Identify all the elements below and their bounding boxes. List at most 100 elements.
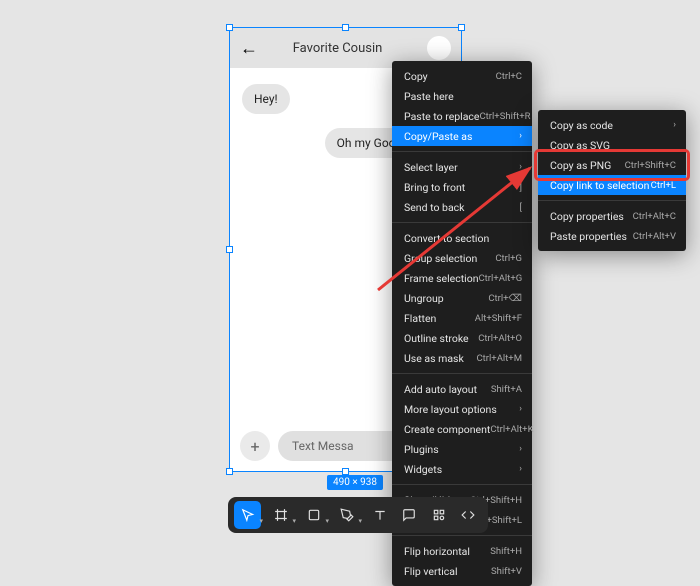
shortcut-label: Ctrl+L: [651, 180, 676, 191]
context-menu-item-label: Flatten: [404, 312, 436, 325]
context-menu-item[interactable]: Create componentCtrl+Alt+K: [392, 419, 532, 439]
context-menu-item[interactable]: Select layer ›: [392, 157, 532, 177]
chevron-right-icon: ›: [673, 120, 676, 130]
context-menu-item[interactable]: Convert to section: [392, 228, 532, 248]
submenu-item-label: Paste properties: [550, 230, 627, 243]
shortcut-label: Ctrl+Alt+G: [479, 273, 523, 284]
context-menu-item[interactable]: Flatten Alt+Shift+F: [392, 308, 532, 328]
submenu-item[interactable]: Copy as PNG Ctrl+Shift+C: [538, 155, 686, 175]
context-menu-item[interactable]: Ungroup Ctrl+⌫: [392, 288, 532, 308]
context-menu-item[interactable]: More layout options ›: [392, 399, 532, 419]
context-menu-item-label: More layout options: [404, 403, 497, 416]
chevron-down-icon[interactable]: ▾: [292, 517, 296, 533]
chevron-right-icon: ›: [519, 162, 522, 172]
shortcut-label: ]: [519, 182, 522, 193]
shortcut-label: [: [519, 202, 522, 213]
context-menu-item-label: Send to back: [404, 201, 464, 214]
submenu-item[interactable]: Copy link to selectionCtrl+L: [538, 175, 686, 195]
context-menu-item[interactable]: Copy Ctrl+C: [392, 66, 532, 86]
resize-handle-tr[interactable]: [458, 24, 465, 31]
shortcut-label: Ctrl+⌫: [488, 293, 522, 304]
context-menu-separator: [392, 373, 532, 374]
comment-tool-button[interactable]: [395, 501, 422, 529]
resize-handle-mb[interactable]: [342, 468, 349, 475]
context-menu-item-label: Use as mask: [404, 352, 464, 365]
context-menu-item[interactable]: Paste here: [392, 86, 532, 106]
resize-handle-bl[interactable]: [226, 468, 233, 475]
context-menu-item-label: Create component: [404, 423, 490, 436]
context-menu-item[interactable]: Group selection Ctrl+G: [392, 248, 532, 268]
chevron-down-icon[interactable]: ▾: [259, 517, 263, 533]
resize-handle-tl[interactable]: [226, 24, 233, 31]
shortcut-label: Ctrl+Shift+R: [479, 111, 530, 122]
context-menu-item[interactable]: Use as mask Ctrl+Alt+M: [392, 348, 532, 368]
context-menu-separator: [392, 535, 532, 536]
context-menu-item[interactable]: Flip verticalShift+V: [392, 561, 532, 581]
toolbar: ▾ ▾ ▾ ▾: [228, 497, 488, 533]
context-submenu[interactable]: Copy as code › Copy as SVG Copy as PNG Ctrl+…: [538, 110, 686, 251]
selection-size-badge: 490 × 938: [327, 475, 383, 490]
context-menu-item-label: Paste here: [404, 90, 454, 103]
submenu-item-label: Copy as PNG: [550, 159, 611, 172]
dev-mode-button[interactable]: [454, 501, 481, 529]
context-menu-separator: [392, 484, 532, 485]
chevron-right-icon: ›: [519, 404, 522, 414]
chevron-right-icon: ›: [519, 131, 522, 141]
context-menu-item-label: Select layer: [404, 161, 458, 174]
shortcut-label: Ctrl+C: [496, 71, 522, 82]
shortcut-label: Ctrl+G: [495, 253, 522, 264]
move-tool-button[interactable]: [234, 501, 261, 529]
context-menu-item[interactable]: Frame selectionCtrl+Alt+G: [392, 268, 532, 288]
text-tool-button[interactable]: [366, 501, 393, 529]
frame-tool-button[interactable]: [267, 501, 294, 529]
context-menu-item-label: Plugins: [404, 443, 439, 456]
submenu-item[interactable]: Copy as code ›: [538, 115, 686, 135]
chevron-right-icon: ›: [519, 444, 522, 454]
submenu-item-label: Copy properties: [550, 210, 624, 223]
shortcut-label: Alt+Shift+F: [475, 313, 522, 324]
shortcut-label: Shift+V: [491, 566, 522, 577]
context-menu-separator: [392, 151, 532, 152]
context-menu-item-label: Flip horizontal: [404, 545, 470, 558]
submenu-item-label: Copy as SVG: [550, 139, 610, 152]
submenu-item[interactable]: Copy propertiesCtrl+Alt+C: [538, 206, 686, 226]
submenu-item[interactable]: Paste propertiesCtrl+Alt+V: [538, 226, 686, 246]
context-menu-item-label: Add auto layout: [404, 383, 477, 396]
context-menu-item[interactable]: Flip horizontal Shift+H: [392, 541, 532, 561]
submenu-item-label: Copy link to selection: [550, 179, 649, 192]
shortcut-label: Shift+H: [490, 546, 522, 557]
context-menu-item[interactable]: Paste to replaceCtrl+Shift+R: [392, 106, 532, 126]
context-menu-item-label: Frame selection: [404, 272, 479, 285]
chevron-down-icon[interactable]: ▾: [358, 517, 362, 533]
shortcut-label: Ctrl+Shift+C: [625, 160, 676, 171]
resize-handle-mt[interactable]: [342, 24, 349, 31]
actions-tool-button[interactable]: [425, 501, 452, 529]
context-menu-item[interactable]: Widgets›: [392, 459, 532, 479]
shortcut-label: Ctrl+Alt+M: [476, 353, 522, 364]
shortcut-label: Ctrl+Alt+O: [478, 333, 522, 344]
shortcut-label: Ctrl+Alt+K: [490, 424, 533, 435]
context-menu-item[interactable]: Bring to front]: [392, 177, 532, 197]
submenu-item-label: Copy as code: [550, 119, 613, 132]
chevron-down-icon[interactable]: ▾: [325, 517, 329, 533]
resize-handle-ml[interactable]: [226, 246, 233, 253]
context-menu-item[interactable]: Plugins ›: [392, 439, 532, 459]
context-menu-item[interactable]: Add auto layout Shift+A: [392, 379, 532, 399]
context-menu-item-label: Bring to front: [404, 181, 465, 194]
context-menu-item-label: Copy/Paste as: [404, 130, 472, 143]
context-menu-item-label: Ungroup: [404, 292, 444, 305]
context-menu-item-label: Group selection: [404, 252, 477, 265]
pen-tool-button[interactable]: [333, 501, 360, 529]
context-menu-item[interactable]: Copy/Paste as ›: [392, 126, 532, 146]
context-menu-item-label: Outline stroke: [404, 332, 469, 345]
context-menu-item-label: Copy: [404, 70, 428, 83]
context-menu-item-label: Convert to section: [404, 232, 489, 245]
context-menu-item[interactable]: Outline stroke Ctrl+Alt+O: [392, 328, 532, 348]
context-menu-item-label: Paste to replace: [404, 110, 479, 123]
context-menu-separator: [392, 222, 532, 223]
context-menu-item[interactable]: Send to back [: [392, 197, 532, 217]
shape-tool-button[interactable]: [300, 501, 327, 529]
shortcut-label: Shift+A: [491, 384, 522, 395]
submenu-item[interactable]: Copy as SVG: [538, 135, 686, 155]
context-menu-item-label: Widgets: [404, 463, 442, 476]
